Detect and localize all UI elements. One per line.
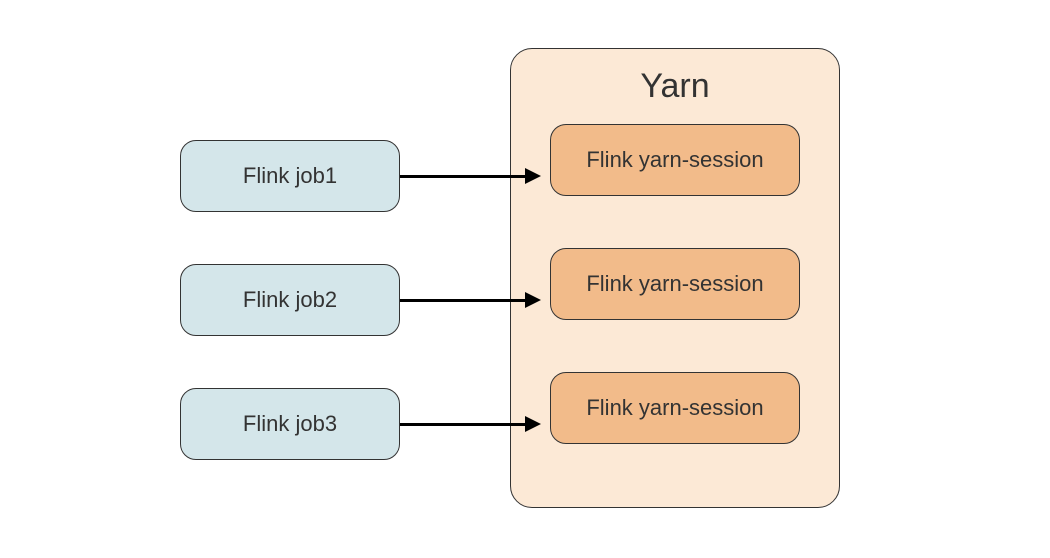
arrow-3-head-icon — [525, 416, 541, 432]
flink-job-2-label: Flink job2 — [243, 287, 337, 313]
arrow-1-line — [400, 175, 525, 178]
arrow-2-line — [400, 299, 525, 302]
flink-job-2-box: Flink job2 — [180, 264, 400, 336]
flink-job-1-label: Flink job1 — [243, 163, 337, 189]
arrow-2-head-icon — [525, 292, 541, 308]
yarn-session-3-label: Flink yarn-session — [586, 395, 763, 421]
flink-job-1-box: Flink job1 — [180, 140, 400, 212]
yarn-session-2-label: Flink yarn-session — [586, 271, 763, 297]
arrow-3-line — [400, 423, 525, 426]
yarn-session-1-label: Flink yarn-session — [586, 147, 763, 173]
yarn-session-1-box: Flink yarn-session — [550, 124, 800, 196]
yarn-session-2-box: Flink yarn-session — [550, 248, 800, 320]
yarn-title: Yarn — [511, 67, 839, 106]
flink-job-3-box: Flink job3 — [180, 388, 400, 460]
yarn-session-3-box: Flink yarn-session — [550, 372, 800, 444]
yarn-container: Yarn Flink yarn-session Flink yarn-sessi… — [510, 48, 840, 508]
arrow-1-head-icon — [525, 168, 541, 184]
flink-job-3-label: Flink job3 — [243, 411, 337, 437]
